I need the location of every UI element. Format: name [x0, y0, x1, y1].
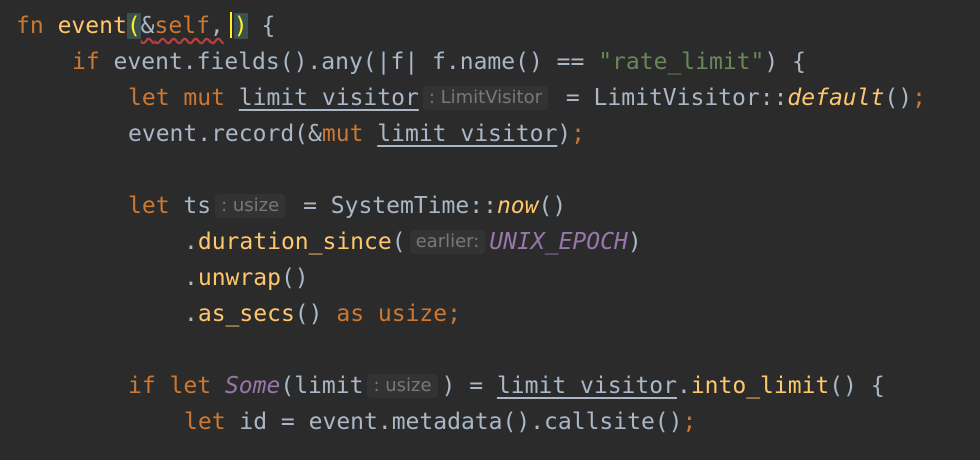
- code-editor[interactable]: fn event(&self,) { if event.fields().any…: [0, 0, 980, 460]
- code-line-6[interactable]: .duration_since(earlier: UNIX_EPOCH): [184, 224, 642, 260]
- semicolon: ;: [447, 301, 461, 327]
- variable-limit-visitor: limit_visitor: [377, 121, 558, 147]
- method-unwrap: unwrap: [197, 265, 281, 291]
- code-text: event.fields().any(|f| f.name() ==: [99, 49, 599, 75]
- keyword-let: let: [184, 409, 226, 435]
- close-paren-highlight: ): [233, 13, 248, 39]
- code-text: ): [627, 229, 642, 255]
- ampersand: &: [140, 13, 155, 39]
- method-default: default: [787, 85, 885, 111]
- semicolon: ;: [682, 409, 697, 435]
- code-line-2[interactable]: if event.fields().any(|f| f.name() == "r…: [72, 44, 806, 80]
- keyword-let: let: [128, 193, 170, 219]
- dot: .: [676, 373, 691, 399]
- code-text: ) {: [764, 49, 806, 75]
- constant-unix-epoch: UNIX_EPOCH: [489, 229, 628, 255]
- code-text: event.record(&: [128, 121, 322, 147]
- method-as-secs: as_secs: [197, 301, 295, 327]
- code-text: (): [294, 301, 337, 327]
- code-text: = SystemTime::: [303, 193, 497, 219]
- code-text: (): [884, 85, 913, 111]
- variable-ts: ts: [169, 193, 212, 219]
- keyword-if: if: [72, 49, 100, 75]
- type-usize: usize: [364, 301, 448, 327]
- code-text: .: [184, 229, 198, 255]
- self-param-error: &self,: [141, 13, 224, 39]
- type-hint: : usize: [367, 374, 438, 398]
- param-hint: earlier:: [409, 230, 486, 254]
- keyword-self: self: [154, 13, 210, 39]
- method-now: now: [496, 193, 539, 219]
- brace: {: [247, 13, 276, 39]
- code-line-5[interactable]: let ts: usize = SystemTime::now(): [128, 188, 566, 224]
- code-text: (: [391, 229, 406, 255]
- code-text: .: [184, 301, 198, 327]
- code-text: = LimitVisitor::: [565, 85, 788, 111]
- keyword-let: let: [128, 85, 170, 111]
- code-line-9[interactable]: if let Some(limit: usize) = limit_visito…: [128, 368, 885, 404]
- keyword-fn: fn: [16, 13, 44, 39]
- code-text: .: [184, 265, 198, 291]
- keyword-as: as: [336, 301, 365, 327]
- keyword-mut: mut: [321, 121, 364, 147]
- code-line-7[interactable]: .unwrap(): [184, 260, 309, 296]
- enum-some: Some: [224, 373, 281, 399]
- code-line-10[interactable]: let id = event.metadata().callsite();: [184, 404, 696, 440]
- method-into-limit: into_limit: [690, 373, 830, 399]
- variable-limit-visitor: limit_visitor: [238, 85, 419, 111]
- variable-limit-visitor: limit_visitor: [496, 373, 677, 399]
- type-hint: : usize: [215, 194, 286, 218]
- code-line-3[interactable]: let mut limit_visitor: LimitVisitor = Li…: [128, 80, 926, 116]
- code-text: (limit: [280, 373, 364, 399]
- string-literal: "rate_limit": [598, 49, 765, 75]
- code-line-8[interactable]: .as_secs() as usize;: [184, 296, 461, 332]
- code-text: (): [280, 265, 309, 291]
- code-text: ) =: [441, 373, 497, 399]
- method-duration-since: duration_since: [197, 229, 392, 255]
- text-cursor: [229, 12, 232, 38]
- comma: ,: [209, 13, 224, 39]
- keyword-mut: mut: [169, 85, 239, 111]
- semicolon: ;: [571, 121, 586, 147]
- semicolon: ;: [912, 85, 926, 111]
- type-hint: : LimitVisitor: [422, 86, 548, 110]
- code-line-1[interactable]: fn event(&self,) {: [16, 8, 275, 44]
- keyword-let: let: [155, 373, 225, 399]
- code-line-4[interactable]: event.record(&mut limit_visitor);: [128, 116, 585, 152]
- open-paren-highlight: (: [126, 13, 141, 39]
- code-text: () {: [829, 373, 885, 399]
- code-text: (): [538, 193, 567, 219]
- code-text: id = event.metadata().callsite(): [225, 409, 683, 435]
- function-name: event: [57, 13, 127, 39]
- code-text: ): [557, 121, 572, 147]
- keyword-if: if: [128, 373, 156, 399]
